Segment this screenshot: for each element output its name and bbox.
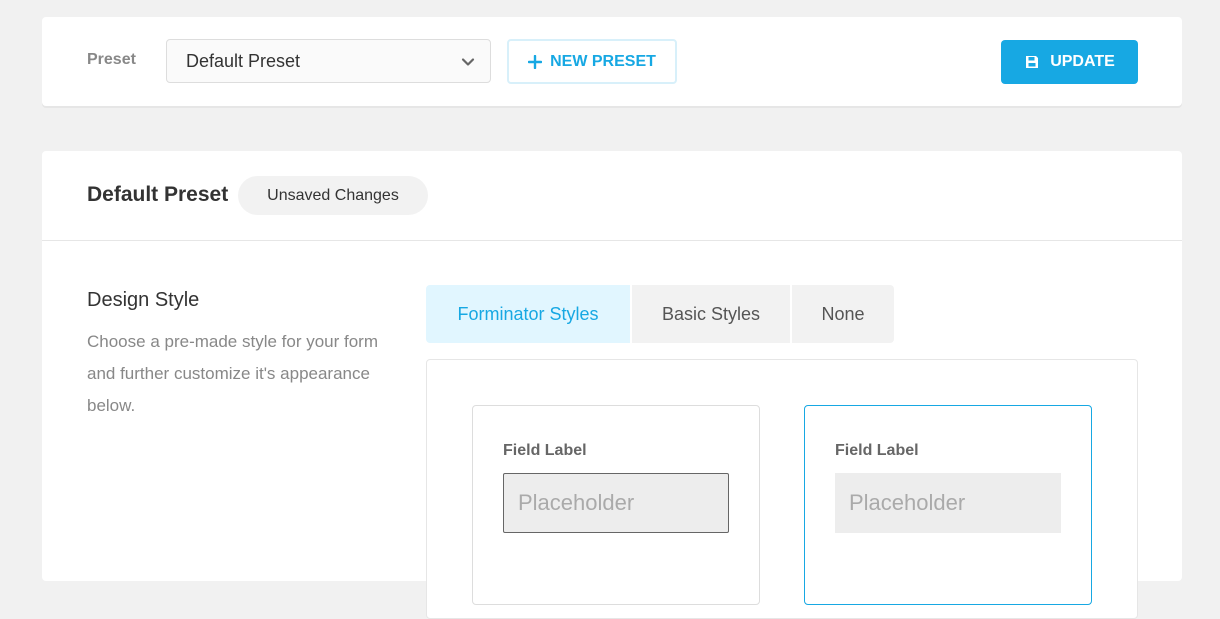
tab-basic-styles[interactable]: Basic Styles [632, 285, 790, 343]
panel-header: Default Preset Unsaved Changes [42, 151, 1182, 241]
plus-icon [528, 54, 543, 69]
status-badge: Unsaved Changes [238, 176, 428, 215]
preset-select[interactable]: Default Preset [166, 39, 491, 83]
design-style-description: Choose a pre-made style for your form an… [87, 332, 379, 415]
tab-none[interactable]: None [792, 285, 894, 343]
chevron-down-icon [461, 58, 475, 66]
preset-label: Preset [87, 51, 136, 68]
preset-select-value: Default Preset [186, 50, 301, 71]
preset-toolbar: Preset Default Preset NEW PRESET UPDATE [42, 17, 1182, 106]
design-style-tabs: Forminator Styles Basic Styles None [426, 285, 894, 343]
design-style-title: Design Style [87, 289, 200, 311]
input-preview: Placeholder [503, 473, 729, 533]
update-label: UPDATE [1050, 53, 1115, 70]
field-label-preview: Field Label [835, 442, 919, 459]
save-icon [1026, 56, 1039, 68]
new-preset-label: NEW PRESET [550, 52, 656, 70]
tab-forminator-styles[interactable]: Forminator Styles [426, 285, 630, 343]
input-preview: Placeholder [835, 473, 1061, 533]
update-button[interactable]: UPDATE [1001, 40, 1138, 84]
panel-title: Default Preset [87, 183, 229, 206]
new-preset-button[interactable]: NEW PRESET [507, 39, 677, 84]
preset-panel: Default Preset Unsaved Changes Design St… [42, 151, 1182, 619]
style-preview-box: Field Label Placeholder Field Label Plac… [426, 359, 1138, 619]
style-card-default[interactable]: Field Label Placeholder [472, 405, 760, 605]
style-card-flat[interactable]: Field Label Placeholder [804, 405, 1092, 605]
field-label-preview: Field Label [503, 442, 587, 459]
